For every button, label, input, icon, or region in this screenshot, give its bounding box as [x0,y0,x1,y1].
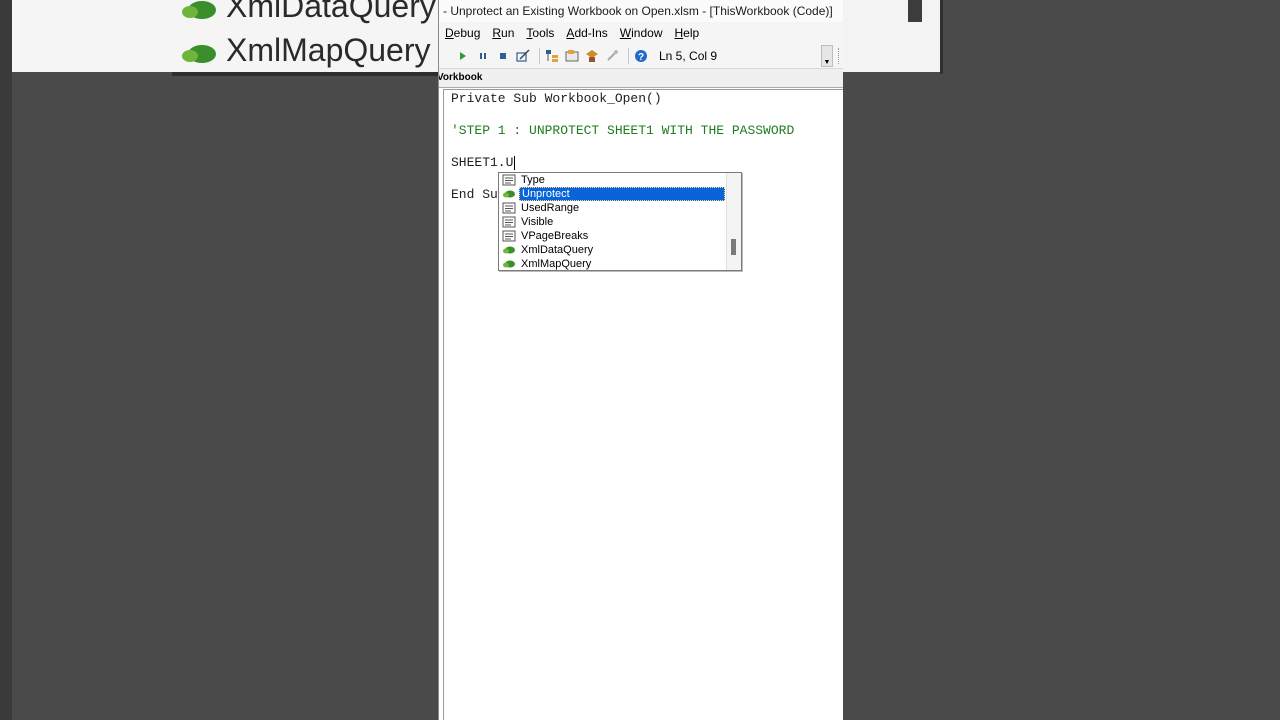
intellisense-scroll-thumb[interactable] [731,239,736,255]
run-icon[interactable] [455,48,471,64]
intellisense-item[interactable]: Visible [499,215,725,228]
vbe-window: - Unprotect an Existing Workbook on Open… [438,0,843,720]
menu-run[interactable]: Run [492,26,514,40]
property-icon [501,174,517,186]
menu-help[interactable]: Help [674,26,699,40]
intellisense-item-label: Type [521,173,545,186]
background-zoom-layer: XmlDataQuery XmlMapQuery [0,0,440,720]
intellisense-item-label: UsedRange [521,201,580,214]
text-caret [514,155,516,170]
menu-window[interactable]: Window [620,26,663,40]
stop-icon[interactable] [495,48,511,64]
background-item-label: XmlMapQuery [226,32,431,68]
background-right-layer [842,0,1280,720]
intellisense-item-selected[interactable]: Unprotect [499,186,725,201]
code-line[interactable]: Private Sub Workbook_Open() [451,91,662,106]
cursor-position-status: Ln 5, Col 9 [659,49,718,63]
standard-toolbar: ? Ln 5, Col 9 ▼ [439,44,843,69]
menu-tools[interactable]: Tools [526,26,554,40]
menu-add-ins[interactable]: Add-Ins [566,26,607,40]
svg-text:?: ? [638,52,644,63]
menu-debug[interactable]: Debug [445,26,480,40]
background-panel [842,0,942,72]
background-item: XmlDataQuery [180,0,436,25]
background-scrollbar [908,0,922,22]
window-title: - Unprotect an Existing Workbook on Open… [439,0,843,22]
code-window-object-label: Vorkbook [439,69,843,88]
intellisense-item-label: VPageBreaks [521,229,589,242]
property-icon [501,202,517,214]
intellisense-item[interactable]: Type [499,173,725,186]
code-line-current[interactable]: SHEET1.U [451,155,516,170]
toolbox-icon[interactable] [604,48,620,64]
toolbar-dropdown-button[interactable]: ▼ [821,45,833,67]
property-icon [501,216,517,228]
method-icon [180,38,218,64]
property-icon [501,230,517,242]
method-icon [501,188,517,200]
toolbar-separator [539,48,540,64]
background-item: XmlMapQuery [180,32,431,69]
toolbar-grip[interactable] [838,48,843,64]
method-icon [501,244,517,256]
intellisense-item-label: XmlMapQuery [521,257,592,270]
code-editor[interactable]: Private Sub Workbook_Open() 'STEP 1 : UN… [443,89,843,720]
method-icon [501,258,517,270]
project-explorer-icon[interactable] [544,48,560,64]
menu-bar: Debug Run Tools Add-Ins Window Help [439,22,843,44]
code-line-text: SHEET1.U [451,155,514,170]
code-comment-line[interactable]: 'STEP 1 : UNPROTECT SHEET1 WITH THE PASS… [451,123,794,138]
object-browser-icon[interactable] [584,48,600,64]
background-shadow [172,72,440,76]
pause-icon[interactable] [475,48,491,64]
method-icon [180,0,218,20]
intellisense-item-label: Unprotect [519,186,725,201]
intellisense-list[interactable]: Type Unprotect UsedRange Visible VPageBr… [498,172,742,271]
design-mode-icon[interactable] [515,48,531,64]
intellisense-item-label: XmlDataQuery [521,243,594,256]
intellisense-item-label: Visible [521,215,554,228]
background-edge [0,0,12,720]
help-icon[interactable]: ? [633,48,649,64]
intellisense-scrollbar[interactable] [726,173,741,270]
background-edge [940,0,943,74]
intellisense-item[interactable]: VPageBreaks [499,229,725,242]
intellisense-item[interactable]: XmlMapQuery [499,257,725,270]
intellisense-item[interactable]: XmlDataQuery [499,243,725,256]
properties-icon[interactable] [564,48,580,64]
intellisense-item[interactable]: UsedRange [499,201,725,214]
background-item-label: XmlDataQuery [226,0,436,24]
toolbar-separator [628,48,629,64]
